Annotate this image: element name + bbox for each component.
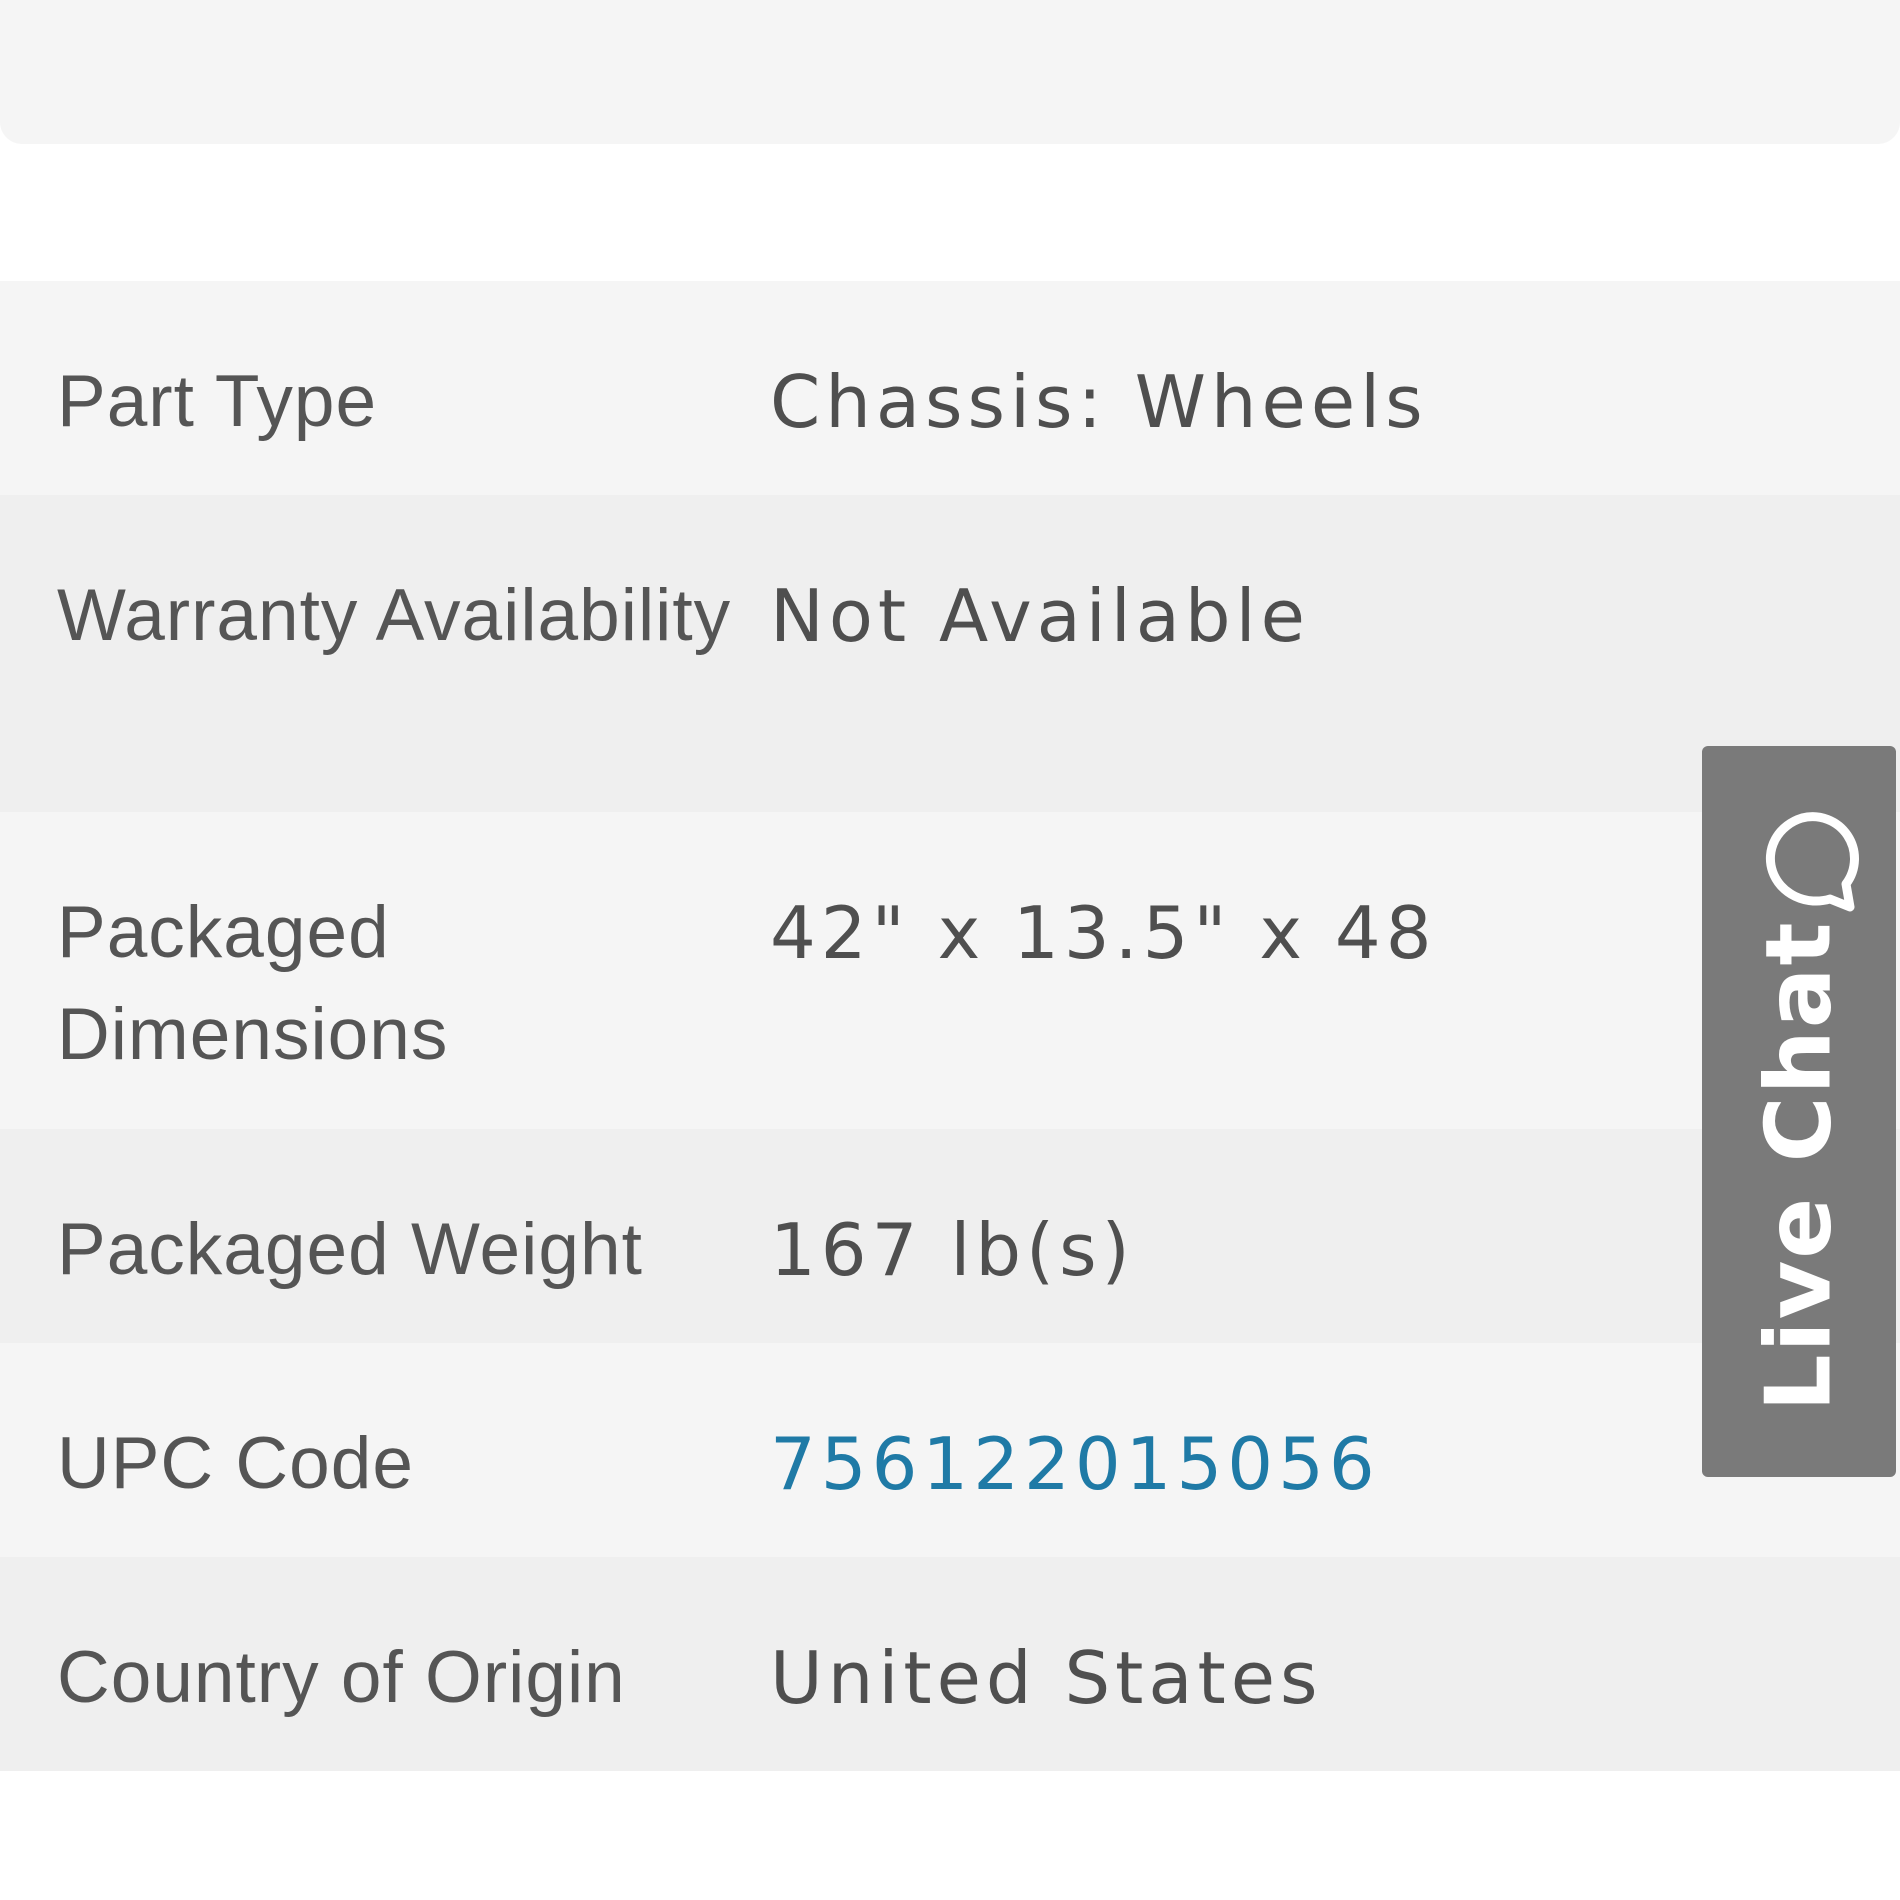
spec-value: Chassis: Wheels — [770, 360, 1428, 444]
upc-code-link[interactable]: 756122015056 — [770, 1413, 1670, 1515]
top-panel — [0, 0, 1900, 144]
spec-row-part-type: Part Type Chassis: Wheels — [0, 281, 1900, 495]
spec-row-warranty-availability: Warranty Availability Not Available — [0, 495, 1900, 812]
spec-label: Part Type — [57, 361, 378, 442]
chat-bubble-icon — [1765, 812, 1859, 912]
live-chat-label: Live Chat — [1746, 920, 1852, 1412]
spec-label: Packaged Dimensions — [57, 892, 449, 1075]
specifications-table: Part Type Chassis: Wheels Warranty Avail… — [0, 281, 1900, 1771]
spec-row-packaged-dimensions: Packaged Dimensions 42" x 13.5" x 48 — [0, 812, 1900, 1129]
spec-label: Packaged Weight — [57, 1209, 643, 1290]
spec-row-packaged-weight: Packaged Weight 167 lb(s) — [0, 1129, 1900, 1343]
spec-value: United States — [770, 1636, 1323, 1720]
spec-value: 167 lb(s) — [770, 1208, 1135, 1292]
spec-row-country-of-origin: Country of Origin United States — [0, 1557, 1900, 1771]
spec-label: Country of Origin — [57, 1637, 626, 1718]
spec-label: UPC Code — [57, 1423, 414, 1504]
spec-value: 42" x 13.5" x 48 — [770, 891, 1437, 975]
spec-label: Warranty Availability — [57, 575, 732, 656]
spec-row-upc-code: UPC Code 756122015056 — [0, 1343, 1900, 1557]
live-chat-button[interactable]: Live Chat — [1702, 746, 1896, 1477]
spec-value: Not Available — [770, 574, 1310, 658]
